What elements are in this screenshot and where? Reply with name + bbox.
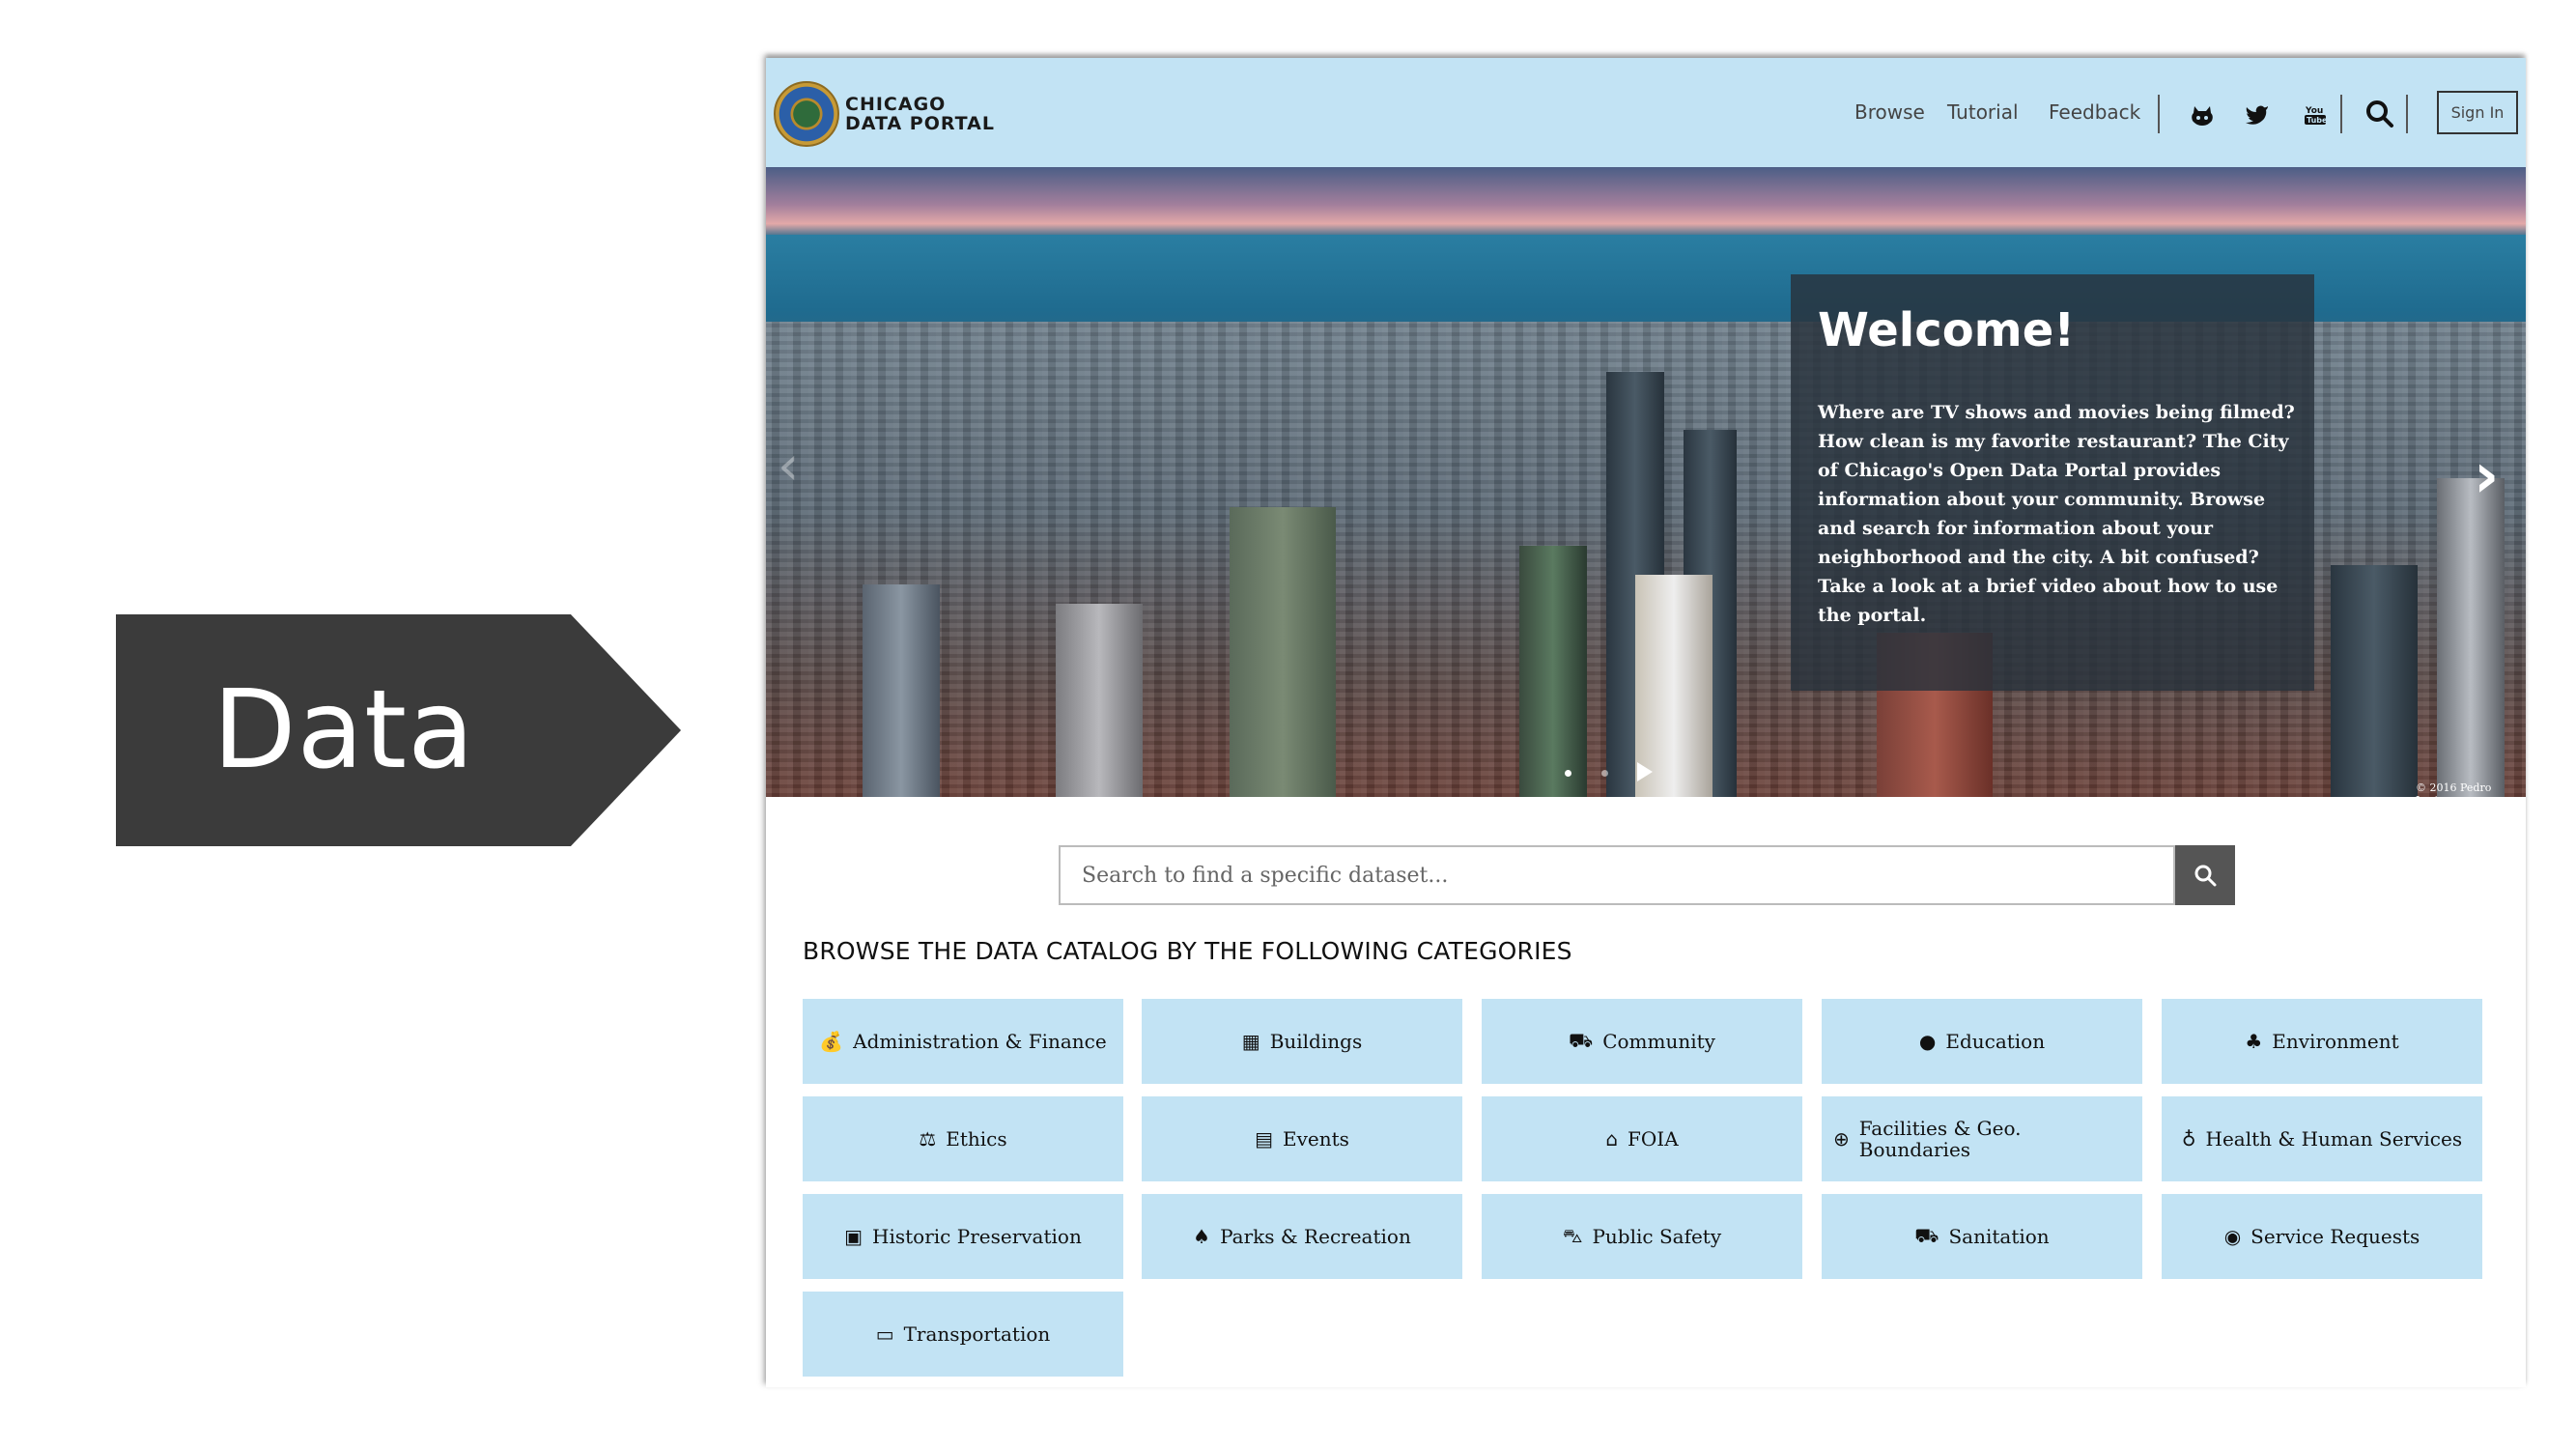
hero-carousel: ‹ Welcome! Where are TV shows and movies… [766,167,2526,797]
site-logo-text[interactable]: CHICAGO DATA PORTAL [845,95,995,133]
search-submit-button[interactable] [2175,845,2235,905]
bank-icon: ⌂ [1605,1127,1619,1151]
search-icon [2194,865,2217,887]
nav-feedback-link[interactable]: Feedback [2049,100,2140,124]
category-sanitation[interactable]: ⛟ Sanitation [1822,1194,2142,1279]
car-icon: ⛍ [1562,1223,1583,1247]
trees-icon: ♣ [2245,1030,2263,1053]
nav-tutorial-link[interactable]: Tutorial [1947,100,2019,124]
category-parks-recreation[interactable]: ♠ Parks & Recreation [1142,1194,1462,1279]
slide-label-arrow: Data [116,614,681,846]
dataset-search-input[interactable]: Search to find a specific dataset... [1059,845,2175,905]
building-icon: ▦ [1241,1030,1260,1053]
category-health-human-services[interactable]: ♁ Health & Human Services [2162,1096,2482,1181]
slide-label: Data [212,668,475,793]
logo-line-2: DATA PORTAL [845,113,995,134]
nav-divider [2406,95,2408,133]
apple-icon: ● [1918,1030,1937,1053]
money-bag-icon: 💰 [819,1030,844,1053]
calendar-icon: ▤ [1255,1127,1273,1151]
logo-line-1: CHICAGO [845,94,947,115]
truck-icon: ⛟ [1914,1223,1939,1247]
category-service-requests[interactable]: ◉ Service Requests [2162,1194,2482,1279]
category-public-safety[interactable]: ⛍ Public Safety [1482,1194,1802,1279]
city-seal-logo[interactable] [774,81,839,147]
welcome-description: Where are TV shows and movies being film… [1818,402,2295,626]
category-foia[interactable]: ⌂ FOIA [1482,1096,1802,1181]
carousel-previous-button[interactable]: ‹ [778,438,816,496]
scales-icon: ⚖ [919,1127,937,1151]
category-administration-finance[interactable]: 💰 Administration & Finance [803,999,1123,1084]
globe-icon: ⊕ [1833,1127,1850,1151]
carousel-dot[interactable] [1565,770,1571,777]
github-icon[interactable] [2189,102,2216,128]
nav-browse-link[interactable]: Browse [1854,100,1925,124]
category-buildings[interactable]: ▦ Buildings [1142,999,1462,1084]
youtube-icon[interactable]: You Tube [2302,102,2329,128]
category-education[interactable]: ● Education [1822,999,2142,1084]
category-transportation[interactable]: ▭ Transportation [803,1292,1123,1377]
twitter-icon[interactable] [2244,102,2271,128]
category-environment[interactable]: ♣ Environment [2162,999,2482,1084]
header-search-icon[interactable] [2364,99,2395,129]
play-icon[interactable] [1637,762,1653,781]
welcome-title: Welcome! [1818,303,2076,357]
nav-divider [2158,95,2160,133]
category-events[interactable]: ▤ Events [1142,1096,1462,1181]
svg-text:Tube: Tube [2307,116,2328,125]
cart-icon: ⛟ [1569,1028,1594,1052]
sign-in-button[interactable]: Sign In [2437,91,2518,134]
browse-categories-heading: BROWSE THE DATA CATALOG BY THE FOLLOWING… [803,937,1572,965]
lifebuoy-icon: ◉ [2223,1225,2242,1248]
archive-icon: ▣ [844,1225,863,1248]
site-header: CHICAGO DATA PORTAL Browse Tutorial Feed… [766,58,2526,167]
carousel-dot[interactable] [1601,770,1608,777]
svg-text:You: You [2305,106,2323,116]
welcome-panel: Welcome! Where are TV shows and movies b… [1791,274,2314,691]
category-historic-preservation[interactable]: ▣ Historic Preservation [803,1194,1123,1279]
stethoscope-icon: ♁ [2181,1127,2196,1151]
category-community[interactable]: ⛟ Community [1482,999,1802,1084]
bus-icon: ▭ [875,1322,894,1346]
photo-credit: © 2016 Pedro Lastra [2416,781,2492,797]
category-ethics[interactable]: ⚖ Ethics [803,1096,1123,1181]
tree-icon: ♠ [1193,1225,1211,1248]
carousel-next-button[interactable]: › [2474,445,2512,507]
nav-divider [2340,95,2342,133]
website-screenshot: CHICAGO DATA PORTAL Browse Tutorial Feed… [766,58,2526,1387]
category-facilities-geo-boundaries[interactable]: ⊕ Facilities & Geo. Boundaries [1822,1096,2142,1181]
